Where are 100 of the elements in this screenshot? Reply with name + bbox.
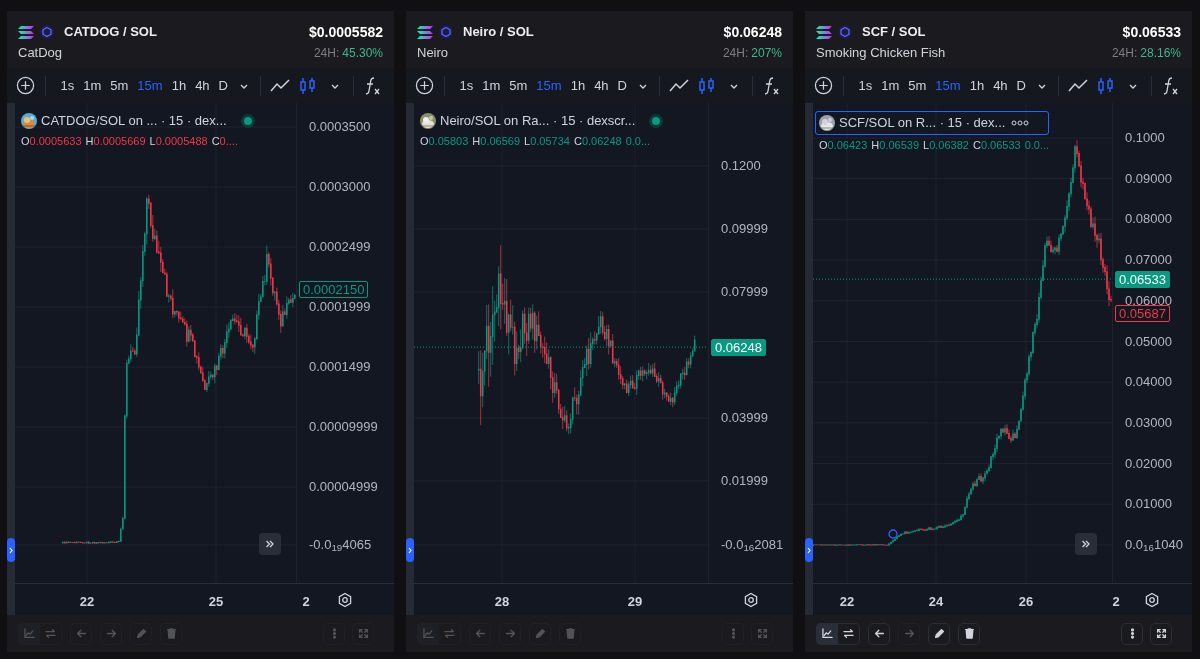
- double-chevron-icon: [265, 539, 275, 549]
- time-axis-label: 26: [1018, 593, 1034, 611]
- interval-tab[interactable]: 15m: [132, 75, 168, 96]
- undo-arrow-icon: [74, 627, 88, 640]
- interval-tab[interactable]: 5m: [903, 75, 931, 96]
- undo-button[interactable]: [868, 622, 890, 645]
- pencil-icon: [533, 627, 547, 640]
- interval-tab[interactable]: 1h: [566, 75, 590, 96]
- interval-tab[interactable]: 1s: [56, 75, 79, 96]
- settings-icon[interactable]: [1144, 591, 1160, 608]
- ohlc-values: O0.05803 H0.06569 L0.05734 C0.06248 0.0...: [420, 133, 652, 149]
- fullscreen-icon: [356, 627, 370, 640]
- scroll-right-button[interactable]: [1075, 533, 1097, 555]
- delete-button[interactable]: [958, 622, 980, 645]
- time-axis-label: 29: [627, 593, 643, 611]
- sidebar-toggle-button[interactable]: [7, 538, 15, 562]
- price-axis-label: 0.01999: [721, 474, 768, 487]
- price-axis-label: 0.1200: [721, 160, 761, 172]
- interval-tab[interactable]: 1s: [854, 75, 877, 96]
- token-name: Neiro: [417, 44, 449, 63]
- price-tag: 0.06248: [711, 338, 766, 356]
- price-axis-label: 0.0002499: [309, 241, 371, 254]
- price-axis-label: -0.0$_{16}$2081: [721, 539, 784, 551]
- token-name: Smoking Chicken Fish: [816, 44, 946, 63]
- swap-button[interactable]: [838, 622, 860, 645]
- interval-tab[interactable]: 15m: [531, 75, 567, 96]
- settings-icon[interactable]: [337, 591, 353, 608]
- pencil-icon: [134, 627, 148, 640]
- pair-title: SCF / SOL: [862, 23, 926, 42]
- area-chart-icon: [821, 627, 834, 640]
- add-icon[interactable]: [16, 76, 35, 95]
- interval-tab[interactable]: 1h: [965, 75, 989, 96]
- more-icon[interactable]: [1011, 119, 1030, 126]
- legend-title[interactable]: CATDOG/SOL on ... · 15 · dex...: [41, 111, 227, 131]
- interval-tab[interactable]: 5m: [105, 75, 133, 96]
- price-axis-label: 0.05000: [1125, 335, 1172, 348]
- price-axis-label: 0.03999: [721, 411, 768, 424]
- fullscreen-button[interactable]: [1150, 622, 1172, 645]
- interval-tab[interactable]: 5m: [504, 75, 532, 96]
- price-value: $0.06533: [1122, 22, 1181, 42]
- price-axis-label: 0.04000: [1125, 376, 1172, 389]
- interval-tab[interactable]: D: [613, 75, 632, 96]
- price-axis-label: 0.08000: [1125, 213, 1172, 226]
- interval-tab[interactable]: 4h: [988, 75, 1013, 96]
- interval-tab[interactable]: 1h: [167, 75, 191, 96]
- interval-tab[interactable]: 15m: [930, 75, 966, 96]
- hexagon-badge-icon: [40, 25, 54, 39]
- change-label: 24H:: [722, 45, 749, 62]
- change-label: 24H:: [1111, 45, 1138, 62]
- draw-button[interactable]: [928, 622, 950, 645]
- hexagon-badge-icon: [439, 25, 453, 39]
- interval-tab[interactable]: D: [214, 75, 233, 96]
- time-axis-label: 24: [928, 593, 944, 611]
- interval-tab[interactable]: 1s: [455, 75, 478, 96]
- swap-arrows-icon: [44, 627, 57, 640]
- area-chart-icon: [422, 627, 435, 640]
- more-button[interactable]: [1121, 622, 1143, 645]
- stripes-logo-icon: [816, 25, 832, 39]
- change-label: 24H:: [313, 45, 340, 62]
- price-tag: 0.05687: [1115, 305, 1170, 322]
- add-icon[interactable]: [814, 76, 833, 95]
- legend-title[interactable]: Neiro/SOL on Ra... · 15 · dexscr...: [440, 111, 636, 131]
- sidebar-toggle-button[interactable]: [406, 538, 414, 562]
- interval-tab[interactable]: D: [1012, 75, 1031, 96]
- scroll-right-button[interactable]: [259, 533, 281, 555]
- ohlc-values: O0.06423 H0.06539 L0.06382 C0.06533 0.0...: [819, 137, 1050, 153]
- chevron-right-icon: [408, 546, 412, 554]
- area-chart-icon: [23, 627, 36, 640]
- price-tag: 0.0002150: [299, 280, 369, 298]
- price-value: $0.06248: [723, 22, 782, 42]
- time-axis-label: 2: [1112, 593, 1120, 611]
- interval-tab[interactable]: 1m: [876, 75, 904, 96]
- sidebar-toggle-button[interactable]: [805, 538, 813, 562]
- chevron-right-icon: [9, 546, 13, 554]
- interval-tab[interactable]: 1m: [78, 75, 106, 96]
- price-axis-label: 0.01000: [1125, 498, 1172, 511]
- price-axis-label: 0.1000: [1125, 132, 1165, 144]
- interval-tab[interactable]: 4h: [589, 75, 614, 96]
- undo-arrow-icon: [872, 627, 886, 640]
- fullscreen-icon: [1154, 627, 1168, 640]
- interval-tab[interactable]: 1m: [477, 75, 505, 96]
- price-axis-label: 0.0003000: [309, 181, 371, 193]
- trash-icon: [563, 627, 577, 640]
- chart-mode-button[interactable]: [816, 622, 838, 645]
- time-axis-label: 2: [302, 593, 310, 611]
- interval-tab[interactable]: 4h: [190, 75, 215, 96]
- fullscreen-icon: [755, 627, 769, 640]
- trash-icon: [164, 627, 178, 640]
- price-axis-label: 0.00004999: [309, 481, 378, 493]
- price-axis-label: 0.00009999: [309, 421, 378, 433]
- price-axis-label: 0.06000: [1125, 294, 1172, 307]
- pair-title: Neiro / SOL: [463, 23, 534, 42]
- price-axis-label: 0.0001499: [309, 361, 371, 374]
- hexagon-badge-icon: [838, 25, 852, 39]
- time-axis-label: 22: [79, 593, 95, 611]
- add-icon[interactable]: [415, 76, 434, 95]
- price-tag: 0.06533: [1115, 270, 1170, 288]
- settings-icon[interactable]: [742, 591, 759, 608]
- change-value: 45.30%: [342, 45, 383, 62]
- time-axis-label: 28: [494, 593, 510, 611]
